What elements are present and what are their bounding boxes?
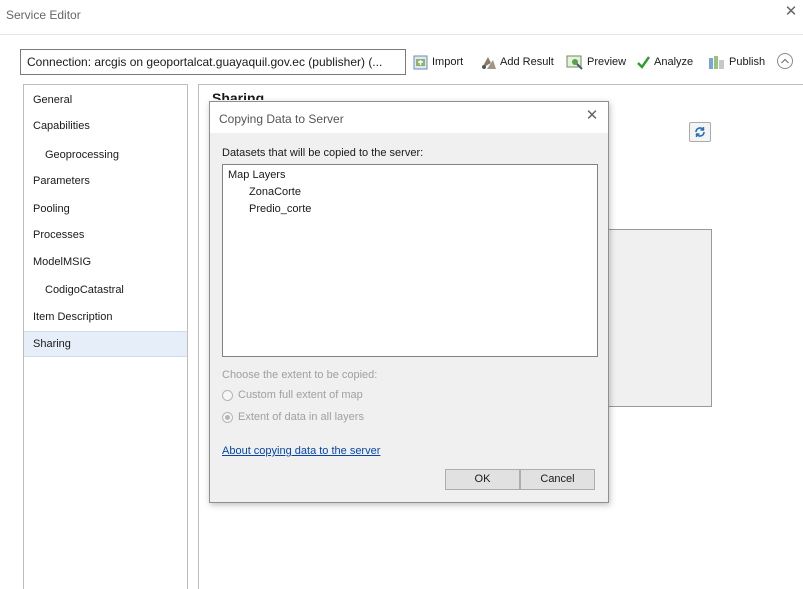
chevron-up-icon [781, 58, 789, 64]
datasets-tree[interactable]: Map Layers ZonaCorte Predio_corte [222, 164, 598, 357]
publish-label: Publish [729, 56, 766, 68]
analyze-button[interactable]: Analyze [636, 52, 693, 72]
option-data-extent[interactable]: Extent of data in all layers [222, 411, 462, 425]
dialog-titlebar[interactable]: Copying Data to Server ✕ [210, 102, 608, 133]
option-data-extent-label: Extent of data in all layers [238, 411, 364, 423]
dialog-title: Copying Data to Server [219, 112, 344, 126]
datasets-label: Datasets that will be copied to the serv… [222, 147, 424, 159]
radio-custom-extent[interactable] [222, 390, 233, 401]
window-title: Service Editor [6, 8, 81, 22]
sidebar-item-general[interactable]: General [24, 87, 187, 113]
import-button[interactable]: Import [412, 52, 463, 72]
import-icon [412, 54, 429, 71]
sidebar-item-item-description[interactable]: Item Description [24, 304, 187, 330]
sidebar-item-sharing[interactable]: Sharing [24, 331, 187, 357]
publish-icon [708, 54, 726, 71]
import-label: Import [432, 56, 464, 68]
refresh-button[interactable] [689, 122, 711, 142]
sidebar-item-processes[interactable]: Processes [24, 222, 187, 248]
sidebar-item-parameters[interactable]: Parameters [24, 168, 187, 194]
tree-root-map-layers[interactable]: Map Layers [228, 169, 285, 181]
cancel-button[interactable]: Cancel [520, 469, 595, 490]
connection-text: Connection: arcgis on geoportalcat.guaya… [27, 55, 383, 69]
background-preview-box [591, 229, 712, 407]
checkmark-icon [636, 55, 651, 70]
window-close-icon[interactable]: ✕ [783, 4, 799, 20]
title-separator [0, 34, 803, 35]
sidebar-item-pooling[interactable]: Pooling [24, 196, 187, 222]
option-custom-extent-label: Custom full extent of map [238, 389, 363, 401]
extent-label: Choose the extent to be copied: [222, 369, 378, 381]
connection-selector[interactable]: Connection: arcgis on geoportalcat.guaya… [20, 49, 406, 75]
sidebar-item-capabilities[interactable]: Capabilities [24, 113, 187, 139]
collapse-button[interactable] [777, 53, 793, 69]
add-result-icon [479, 54, 497, 71]
radio-data-extent[interactable] [222, 412, 233, 423]
add-result-label: Add Result [500, 56, 554, 68]
preview-label: Preview [587, 56, 627, 68]
add-result-button[interactable]: Add Result [479, 52, 554, 72]
sidebar: General Capabilities Geoprocessing Param… [23, 84, 188, 589]
preview-icon [566, 54, 584, 71]
dialog-close-icon[interactable]: ✕ [583, 107, 601, 125]
about-copying-link[interactable]: About copying data to the server [222, 445, 380, 457]
sidebar-item-geoprocessing[interactable]: Geoprocessing [24, 142, 187, 168]
tree-item-predio-corte[interactable]: Predio_corte [249, 203, 311, 215]
copy-data-dialog: Copying Data to Server ✕ Datasets that w… [209, 101, 609, 503]
tree-item-zonacorte[interactable]: ZonaCorte [249, 186, 301, 198]
refresh-icon [695, 127, 705, 137]
publish-button[interactable]: Publish [708, 52, 765, 72]
analyze-label: Analyze [654, 56, 694, 68]
ok-button[interactable]: OK [445, 469, 520, 490]
preview-button[interactable]: Preview [566, 52, 626, 72]
sidebar-item-modelmsig[interactable]: ModelMSIG [24, 249, 187, 275]
option-custom-extent[interactable]: Custom full extent of map [222, 389, 462, 403]
sidebar-item-codigocatastral[interactable]: CodigoCatastral [24, 277, 187, 303]
page-title: Sharing [212, 90, 265, 100]
